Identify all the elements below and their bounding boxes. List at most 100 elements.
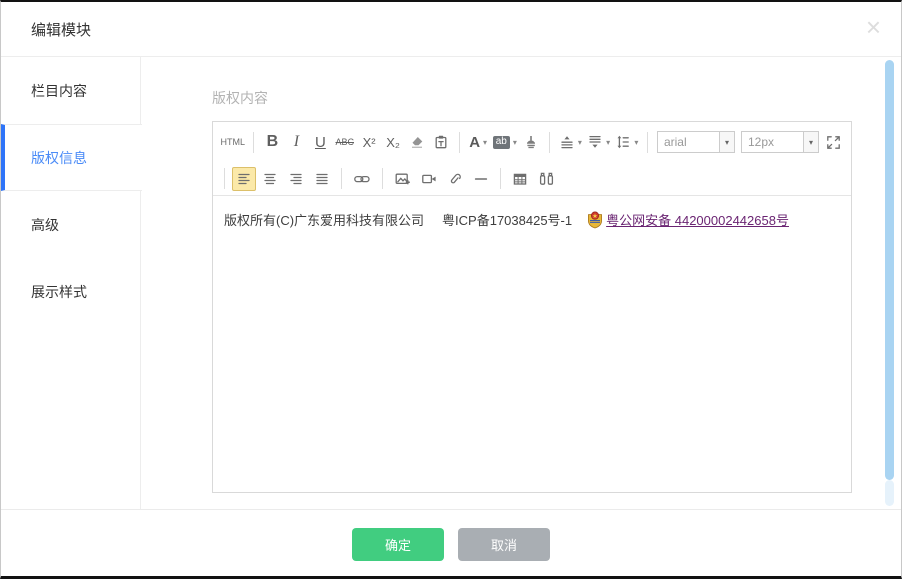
- superscript-button[interactable]: X²: [358, 130, 380, 154]
- format-brush-button[interactable]: [520, 130, 542, 154]
- chevron-down-icon: ▾: [578, 138, 582, 147]
- align-center-icon: [262, 171, 278, 187]
- toolbar-row-1: HTMLBIUABCX²X₂A▾ab▾▾▾▾arial▾12px▾: [213, 122, 851, 162]
- editor-content-area[interactable]: 版权所有(C)广东爱用科技有限公司 粤ICP备17038425号-1 粤公网安备 4…: [213, 196, 851, 246]
- toolbar-separator: [224, 168, 225, 189]
- sidebar-item-advanced[interactable]: 高级: [1, 191, 140, 258]
- icp-number-text: 粤ICP备17038425号-1: [442, 213, 572, 228]
- spacing-before-icon: [559, 134, 575, 150]
- sidebar: 栏目内容版权信息高级展示样式: [1, 57, 141, 509]
- chevron-down-icon[interactable]: ▾: [719, 132, 734, 152]
- toolbar-separator: [549, 132, 550, 153]
- align-left-button[interactable]: [232, 167, 256, 191]
- sidebar-item-copyright-info[interactable]: 版权信息: [1, 124, 142, 191]
- html-source-button-glyph: HTML: [220, 137, 245, 147]
- copyright-text: 版权所有(C)广东爱用科技有限公司: [224, 213, 424, 228]
- toolbar-separator: [647, 132, 648, 153]
- broom-icon: [523, 134, 539, 150]
- table-icon: [512, 171, 528, 187]
- insert-image-button[interactable]: [390, 167, 415, 191]
- sidebar-item-column-content[interactable]: 栏目内容: [1, 57, 140, 124]
- chevron-down-icon: ▾: [634, 138, 638, 147]
- beian-link[interactable]: 粤公网安备 44200002442658号: [606, 213, 789, 228]
- font-family-select-value: arial: [658, 135, 719, 149]
- close-icon[interactable]: ×: [866, 14, 881, 40]
- insert-video-button[interactable]: [417, 167, 441, 191]
- underline-button-glyph: U: [315, 134, 326, 151]
- eraser-icon: [409, 134, 425, 150]
- fullscreen-icon: [825, 134, 842, 151]
- background-color-button[interactable]: ab▾: [491, 130, 518, 154]
- dialog-title: 编辑模块: [31, 19, 91, 40]
- bold-button[interactable]: B: [261, 130, 283, 154]
- line-height-button[interactable]: ▾: [614, 130, 640, 154]
- police-badge-icon: [586, 217, 604, 232]
- video-icon: [421, 171, 437, 187]
- underline-button[interactable]: U: [309, 130, 331, 154]
- find-replace-button[interactable]: [534, 167, 559, 191]
- insert-table-button[interactable]: [508, 167, 532, 191]
- remove-format-button[interactable]: [406, 130, 428, 154]
- align-center-button[interactable]: [258, 167, 282, 191]
- html-source-button[interactable]: HTML: [219, 130, 246, 154]
- paragraph-spacing-after-button[interactable]: ▾: [586, 130, 612, 154]
- font-size-select[interactable]: 12px▾: [741, 131, 819, 153]
- image-icon: [394, 171, 411, 187]
- cancel-button[interactable]: 取消: [458, 528, 550, 561]
- superscript-button-glyph: X²: [363, 135, 376, 150]
- paperclip-icon: [447, 171, 463, 187]
- paste-text-button[interactable]: [430, 130, 452, 154]
- dialog-footer: 确定 取消: [1, 509, 901, 575]
- scrollbar-track-end: [885, 480, 894, 506]
- link-button[interactable]: [349, 167, 375, 191]
- sidebar-item-label: 栏目内容: [31, 81, 87, 101]
- toolbar-row-2: [213, 162, 851, 195]
- toolbar-separator: [500, 168, 501, 189]
- line-height-icon: [615, 134, 631, 150]
- dialog-header: 编辑模块 ×: [1, 2, 901, 57]
- fullscreen-button[interactable]: [823, 130, 845, 154]
- rich-text-editor: HTMLBIUABCX²X₂A▾ab▾▾▾▾arial▾12px▾ 版权所有(C…: [212, 121, 852, 493]
- main-content: 版权内容 HTMLBIUABCX²X₂A▾ab▾▾▾▾arial▾12px▾ 版…: [141, 57, 901, 509]
- dialog-body: 栏目内容版权信息高级展示样式 版权内容 HTMLBIUABCX²X₂A▾ab▾▾…: [1, 57, 901, 509]
- chevron-down-icon: ▾: [513, 138, 517, 147]
- editor-toolbar: HTMLBIUABCX²X₂A▾ab▾▾▾▾arial▾12px▾: [213, 122, 851, 196]
- align-left-icon: [236, 171, 252, 187]
- chevron-down-icon: ▾: [606, 138, 610, 147]
- font-color-button-glyph: A: [469, 134, 480, 151]
- italic-button-glyph: I: [294, 133, 299, 151]
- font-family-select[interactable]: arial▾: [657, 131, 735, 153]
- font-color-button[interactable]: A▾: [467, 130, 489, 154]
- font-size-select-value: 12px: [742, 135, 803, 149]
- align-justify-icon: [314, 171, 330, 187]
- paragraph-spacing-before-button[interactable]: ▾: [557, 130, 583, 154]
- italic-button[interactable]: I: [285, 130, 307, 154]
- edit-module-dialog: 编辑模块 × 栏目内容版权信息高级展示样式 版权内容 HTMLBIUABCX²X…: [0, 0, 902, 579]
- toolbar-separator: [341, 168, 342, 189]
- toolbar-separator: [459, 132, 460, 153]
- paste-text-icon: [433, 134, 449, 150]
- confirm-button[interactable]: 确定: [352, 528, 444, 561]
- sidebar-item-display-style[interactable]: 展示样式: [1, 258, 140, 325]
- sidebar-item-label: 版权信息: [31, 148, 87, 168]
- hr-icon: [473, 171, 489, 187]
- toolbar-separator: [382, 168, 383, 189]
- sidebar-item-label: 高级: [31, 215, 59, 235]
- strikethrough-button[interactable]: ABC: [333, 130, 356, 154]
- bold-button-glyph: B: [267, 133, 279, 151]
- scrollbar-thumb[interactable]: [885, 60, 894, 480]
- spacing-after-icon: [587, 134, 603, 150]
- align-right-button[interactable]: [284, 167, 308, 191]
- sidebar-item-label: 展示样式: [31, 282, 87, 302]
- justify-button[interactable]: [310, 167, 334, 191]
- attachment-button[interactable]: [443, 167, 467, 191]
- background-color-button-glyph: ab: [493, 136, 510, 149]
- subscript-button[interactable]: X₂: [382, 130, 404, 154]
- chevron-down-icon[interactable]: ▾: [803, 132, 818, 152]
- subscript-button-glyph: X₂: [386, 135, 400, 150]
- link-icon: [353, 171, 371, 187]
- binoculars-icon: [538, 171, 555, 187]
- horizontal-rule-button[interactable]: [469, 167, 493, 191]
- toolbar-separator: [253, 132, 254, 153]
- align-right-icon: [288, 171, 304, 187]
